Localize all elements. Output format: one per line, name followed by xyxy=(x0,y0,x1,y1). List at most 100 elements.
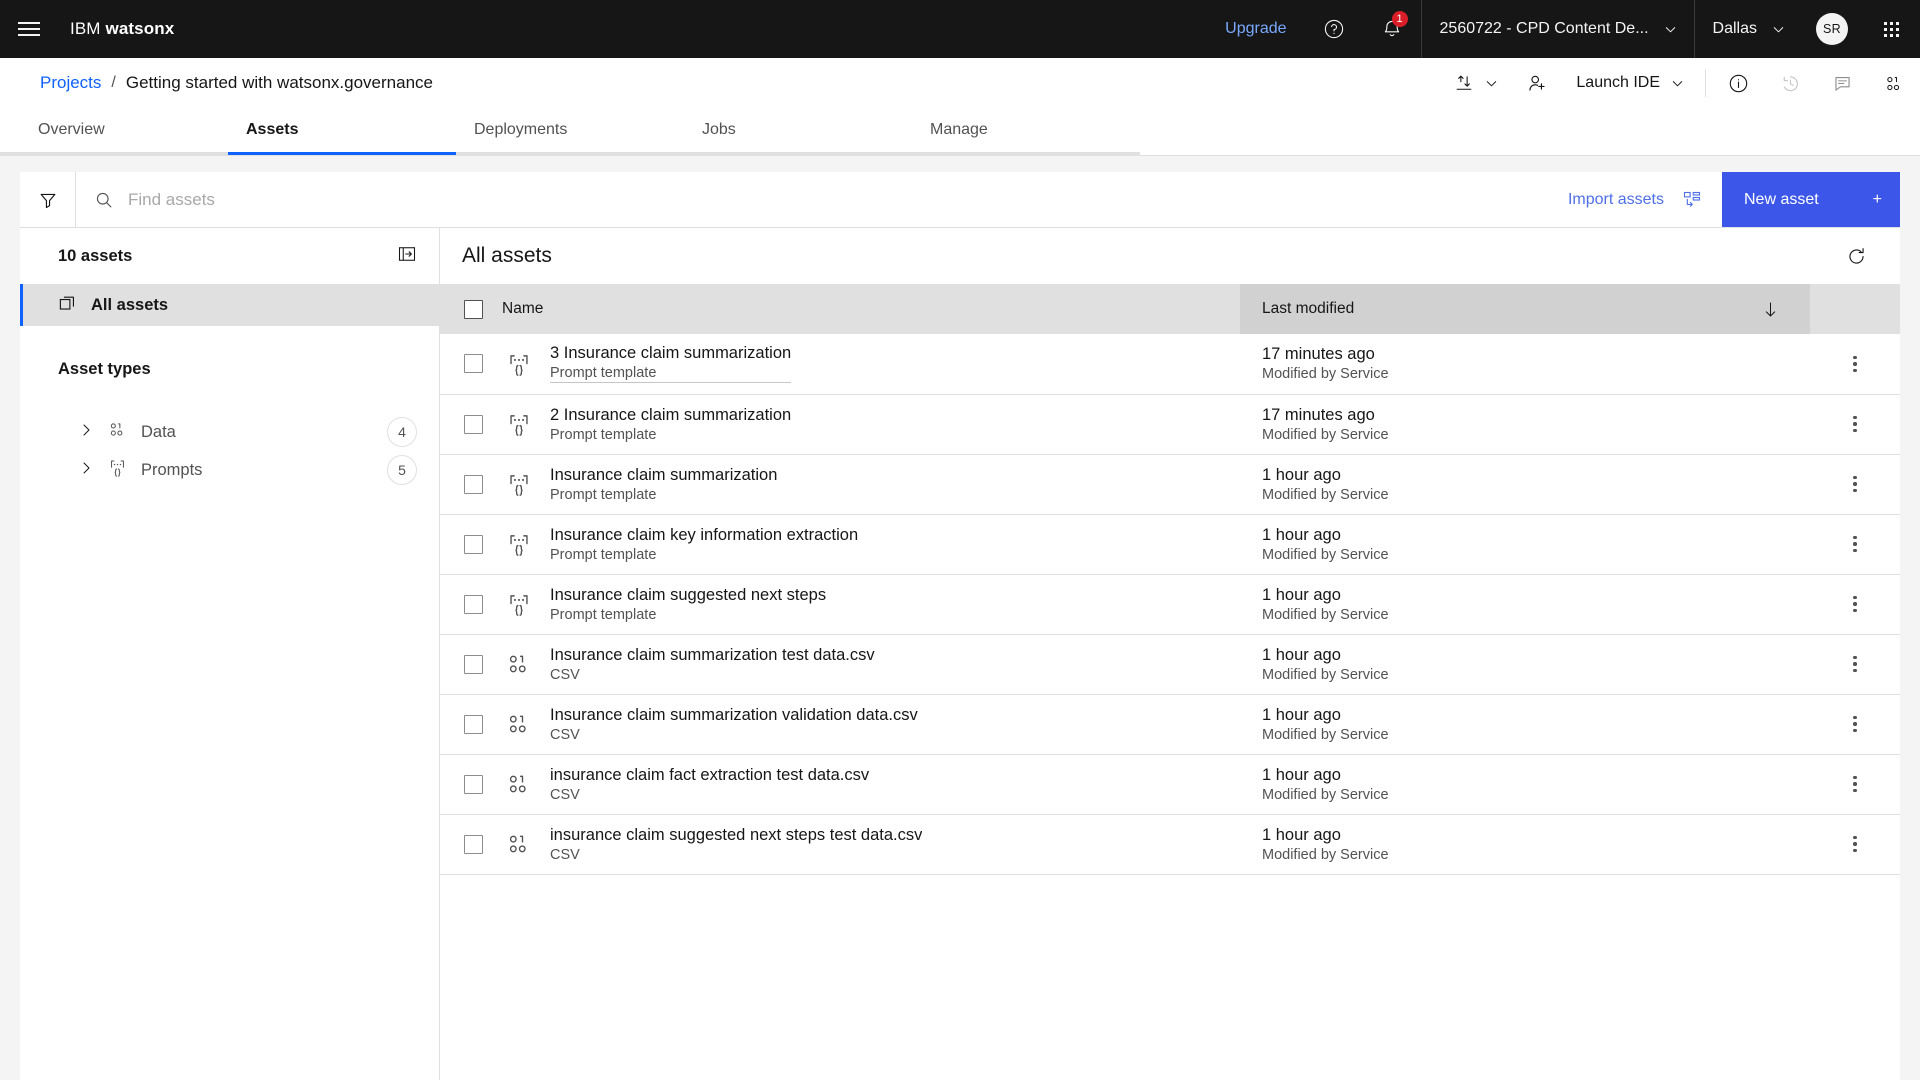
breadcrumb-projects-link[interactable]: Projects xyxy=(40,73,101,93)
asset-type-label: CSV xyxy=(550,666,580,683)
row-checkbox[interactable] xyxy=(464,354,483,374)
row-overflow-cell xyxy=(1810,454,1900,515)
row-name-cell: Insurance claim suggested next steps Prom… xyxy=(502,574,1240,635)
asset-name-link[interactable]: Insurance claim summarization xyxy=(550,466,777,485)
refresh-icon[interactable] xyxy=(1838,238,1874,274)
overflow-menu-icon[interactable] xyxy=(1835,344,1875,384)
overflow-menu-icon[interactable] xyxy=(1835,644,1875,684)
global-header: IBM watsonx Upgrade 1 2560722 - CPD Cont… xyxy=(0,0,1920,58)
row-checkbox[interactable] xyxy=(464,774,483,794)
hamburger-menu-icon[interactable] xyxy=(0,0,58,58)
row-checkbox[interactable] xyxy=(464,714,483,734)
avatar[interactable]: SR xyxy=(1816,13,1848,45)
tab-jobs[interactable]: Jobs xyxy=(684,108,912,155)
modified-by-value: Modified by Service xyxy=(1262,606,1389,623)
brand-logo[interactable]: IBM watsonx xyxy=(58,19,174,39)
region-selector[interactable]: Dallas xyxy=(1695,0,1802,58)
tab-label: Jobs xyxy=(702,121,736,138)
new-asset-button[interactable]: New asset + xyxy=(1722,172,1900,227)
information-icon[interactable] xyxy=(1712,58,1764,108)
sidebar-type-data[interactable]: Data 4 xyxy=(20,413,439,451)
asset-name-link[interactable]: Insurance claim summarization validation… xyxy=(550,706,918,725)
row-last-modified-cell: 1 hour ago Modified by Service xyxy=(1240,694,1810,755)
data-binary-icon xyxy=(502,651,536,677)
asset-name-link[interactable]: insurance claim suggested next steps tes… xyxy=(550,826,922,845)
asset-types-list: Data 4 Prompts 5 xyxy=(20,413,439,489)
asset-count-label: 10 assets xyxy=(58,246,133,265)
table-row[interactable]: Insurance claim summarization validation… xyxy=(440,694,1900,755)
tab-deployments[interactable]: Deployments xyxy=(456,108,684,155)
overflow-menu-icon[interactable] xyxy=(1835,584,1875,624)
asset-name-link[interactable]: Insurance claim key information extracti… xyxy=(550,526,858,545)
sidebar-item-all-assets[interactable]: All assets xyxy=(20,284,439,326)
overflow-menu-icon[interactable] xyxy=(1835,464,1875,504)
row-checkbox[interactable] xyxy=(464,414,483,434)
asset-name-link[interactable]: Insurance claim summarization test data.… xyxy=(550,646,875,665)
table-head: Name Last modified xyxy=(440,284,1900,334)
table-row[interactable]: 3 Insurance claim summarization Prompt te… xyxy=(440,334,1900,395)
import-assets-button[interactable]: Import assets xyxy=(1548,172,1722,227)
modified-by-value: Modified by Service xyxy=(1262,366,1389,383)
sidebar-type-count: 4 xyxy=(387,417,417,447)
tab-assets[interactable]: Assets xyxy=(228,108,456,155)
row-select-cell xyxy=(440,694,502,755)
overflow-menu-icon[interactable] xyxy=(1835,404,1875,444)
launch-ide-button[interactable]: Launch IDE xyxy=(1562,58,1699,108)
row-name-cell: Insurance claim summarization test data.… xyxy=(502,634,1240,695)
search-input[interactable] xyxy=(128,189,1548,210)
column-header-last-modified[interactable]: Last modified xyxy=(1240,284,1810,334)
row-select-cell xyxy=(440,394,502,455)
table-row[interactable]: insurance claim suggested next steps tes… xyxy=(440,814,1900,875)
comment-icon[interactable] xyxy=(1816,58,1868,108)
help-circle-icon[interactable] xyxy=(1305,0,1363,58)
row-name-cell: Insurance claim summarization validation… xyxy=(502,694,1240,755)
bell-icon[interactable]: 1 xyxy=(1363,0,1421,58)
table-row[interactable]: Insurance claim summarization Prompt temp… xyxy=(440,454,1900,515)
last-modified-value: 1 hour ago xyxy=(1262,645,1341,664)
asset-name-link[interactable]: 3 Insurance claim summarization xyxy=(550,344,791,363)
row-overflow-cell xyxy=(1810,754,1900,815)
filter-icon[interactable] xyxy=(20,172,76,227)
prompt-template-icon xyxy=(108,458,127,482)
table-row[interactable]: Insurance claim summarization test data.… xyxy=(440,634,1900,695)
sidebar-type-prompts[interactable]: Prompts 5 xyxy=(20,451,439,489)
tab-manage[interactable]: Manage xyxy=(912,108,1140,155)
overflow-menu-icon[interactable] xyxy=(1835,824,1875,864)
row-last-modified-cell: 17 minutes ago Modified by Service xyxy=(1240,334,1810,395)
account-selector[interactable]: 2560722 - CPD Content De... xyxy=(1422,0,1694,58)
asset-name-link[interactable]: Insurance claim suggested next steps xyxy=(550,586,826,605)
select-all-checkbox[interactable] xyxy=(464,299,483,319)
tabs-filler xyxy=(1140,108,1920,155)
modified-by-value: Modified by Service xyxy=(1262,786,1389,803)
last-modified-value: 17 minutes ago xyxy=(1262,405,1375,424)
table-row[interactable]: Insurance claim suggested next steps Prom… xyxy=(440,574,1900,635)
row-checkbox[interactable] xyxy=(464,654,483,674)
upgrade-link[interactable]: Upgrade xyxy=(1207,20,1304,38)
tab-overview[interactable]: Overview xyxy=(0,108,228,155)
overflow-menu-icon[interactable] xyxy=(1835,764,1875,804)
table-row[interactable]: insurance claim fact extraction test dat… xyxy=(440,754,1900,815)
search-field-wrapper[interactable] xyxy=(76,172,1548,227)
data-binary-icon[interactable] xyxy=(1868,58,1920,108)
overflow-menu-icon[interactable] xyxy=(1835,704,1875,744)
column-header-name[interactable]: Name xyxy=(502,284,1240,334)
row-checkbox[interactable] xyxy=(464,474,483,494)
row-checkbox[interactable] xyxy=(464,534,483,554)
asset-name-link[interactable]: insurance claim fact extraction test dat… xyxy=(550,766,869,785)
recent-history-icon[interactable] xyxy=(1764,58,1816,108)
import-export-button[interactable] xyxy=(1440,58,1513,108)
row-select-cell xyxy=(440,514,502,575)
asset-types-heading: Asset types xyxy=(58,360,151,378)
row-checkbox[interactable] xyxy=(464,594,483,614)
asset-type-label: Prompt template xyxy=(550,606,657,623)
overflow-menu-icon[interactable] xyxy=(1835,524,1875,564)
modified-by-value: Modified by Service xyxy=(1262,426,1389,443)
row-checkbox[interactable] xyxy=(464,834,483,854)
add-collaborator-button[interactable] xyxy=(1513,58,1562,108)
panel-collapse-icon[interactable] xyxy=(397,244,417,269)
asset-name-link[interactable]: 2 Insurance claim summarization xyxy=(550,406,791,425)
table-body: 3 Insurance claim summarization Prompt te… xyxy=(440,334,1900,875)
app-grid-icon[interactable] xyxy=(1862,0,1920,58)
table-row[interactable]: 2 Insurance claim summarization Prompt te… xyxy=(440,394,1900,455)
table-row[interactable]: Insurance claim key information extracti… xyxy=(440,514,1900,575)
